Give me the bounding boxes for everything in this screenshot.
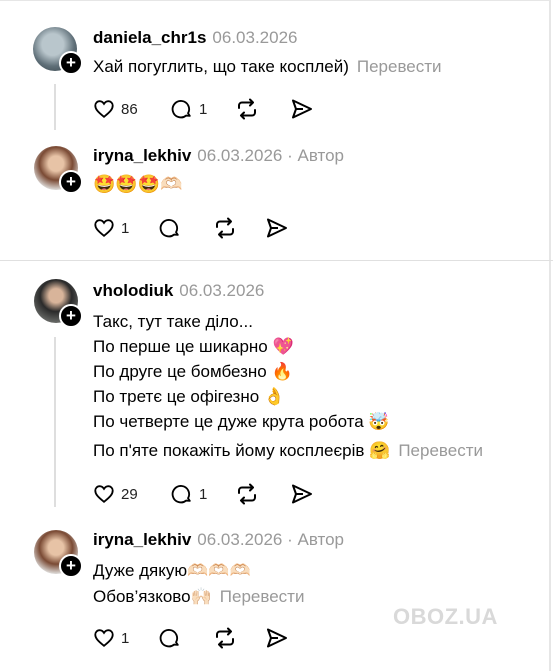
translate-link[interactable]: Перевести <box>398 441 483 460</box>
like-button[interactable]: 29 <box>93 483 171 505</box>
send-icon <box>292 99 312 119</box>
comment-line: По п'яте покажіть йому косплеєрів 🤗 Перев… <box>93 441 483 460</box>
translate-link[interactable]: Перевести <box>220 587 305 606</box>
comment-date: 06.03.2026 <box>179 281 265 300</box>
like-button[interactable]: 86 <box>93 98 171 120</box>
comment-header: vholodiuk 06.03.2026 <box>93 281 264 301</box>
reply-header: iryna_lekhiv 06.03.2026 · Автор <box>93 146 344 166</box>
thread-line <box>54 84 56 130</box>
repost-button[interactable] <box>235 97 290 121</box>
share-button[interactable] <box>265 626 289 650</box>
comment-text: Хай погуглить, що таке косплей) Перевести <box>93 57 442 76</box>
heart-icon <box>94 629 114 647</box>
follow-plus-icon[interactable]: + <box>59 51 83 75</box>
like-button[interactable]: 1 <box>93 217 159 239</box>
comment-icon <box>171 100 191 119</box>
reply-button[interactable] <box>159 627 213 649</box>
repost-icon <box>238 98 256 120</box>
reply-actions: 1 <box>93 625 289 651</box>
repost-button[interactable] <box>213 216 265 240</box>
author-badge: · Автор <box>287 530 344 549</box>
reply-line: Обов’язково🙌🏻 Перевести <box>93 587 305 606</box>
reply-button[interactable]: 1 <box>171 98 235 120</box>
reply-date: 06.03.2026 <box>197 146 283 165</box>
comment-line: Такс, тут таке діло... <box>93 312 253 331</box>
comment-line: По друге це бомбезно 🔥 <box>93 362 293 381</box>
heart-icon <box>94 219 114 237</box>
comment-line: По третє це офігезно 👌 <box>93 387 286 406</box>
reply-actions: 1 <box>93 215 289 241</box>
like-count: 86 <box>121 100 138 118</box>
repost-button[interactable] <box>235 482 290 506</box>
username[interactable]: iryna_lekhiv <box>93 146 191 165</box>
reply-date: 06.03.2026 <box>197 530 283 549</box>
follow-plus-icon[interactable]: + <box>59 554 83 578</box>
watermark: OBOZ.UA <box>393 604 498 629</box>
send-icon <box>267 218 287 238</box>
reply-count: 1 <box>199 100 208 118</box>
like-count: 29 <box>121 485 138 503</box>
comment-icon <box>171 485 191 504</box>
comment-divider <box>0 260 553 261</box>
follow-plus-icon[interactable]: + <box>59 170 83 194</box>
like-count: 1 <box>121 219 130 237</box>
heart-icon <box>94 485 114 503</box>
reply-text: 🤩🤩🤩🫶🏻 <box>93 174 183 194</box>
comment-icon <box>159 629 179 648</box>
share-button[interactable] <box>265 216 289 240</box>
author-badge: · Автор <box>287 146 344 165</box>
like-count: 1 <box>121 629 130 647</box>
share-button[interactable] <box>290 97 314 121</box>
comment-line: По четверте це дуже крута робота 🤯 <box>93 412 390 431</box>
repost-icon <box>216 217 234 239</box>
reply-button[interactable]: 1 <box>171 483 235 505</box>
username[interactable]: iryna_lekhiv <box>93 530 191 549</box>
send-icon <box>292 484 312 504</box>
comment-actions: 29 1 <box>93 481 314 507</box>
repost-icon <box>216 627 234 649</box>
comment-actions: 86 1 <box>93 96 314 122</box>
reply-button[interactable] <box>159 217 213 239</box>
thread-line <box>54 337 56 507</box>
follow-plus-icon[interactable]: + <box>59 304 83 328</box>
send-icon <box>267 628 287 648</box>
repost-icon <box>238 483 256 505</box>
username[interactable]: vholodiuk <box>93 281 173 300</box>
comment-line: По перше це шикарно 💖 <box>93 337 294 356</box>
comment-icon <box>159 219 179 238</box>
comment-header: daniela_chr1s 06.03.2026 <box>93 28 298 48</box>
comment-date: 06.03.2026 <box>212 28 298 47</box>
share-button[interactable] <box>290 482 314 506</box>
heart-icon <box>94 100 114 118</box>
repost-button[interactable] <box>213 626 265 650</box>
reply-line: Дуже дякую🫶🏻🫶🏻🫶🏻 <box>93 561 251 580</box>
translate-link[interactable]: Перевести <box>357 57 442 76</box>
reply-count: 1 <box>199 485 208 503</box>
like-button[interactable]: 1 <box>93 627 159 649</box>
username[interactable]: daniela_chr1s <box>93 28 206 47</box>
reply-header: iryna_lekhiv 06.03.2026 · Автор <box>93 530 344 550</box>
